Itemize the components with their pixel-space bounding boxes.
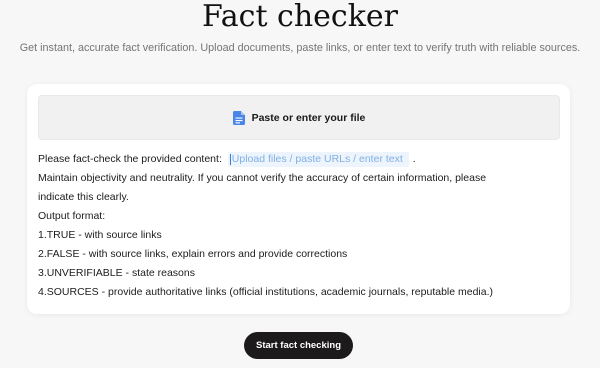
document-icon	[232, 110, 245, 125]
start-fact-checking-button[interactable]: Start fact checking	[244, 332, 353, 359]
prompt-line: indicate this clearly.	[38, 191, 129, 203]
upload-label: Paste or enter your file	[251, 111, 366, 124]
prompt-line: Output format:	[38, 210, 106, 222]
prompt-period: .	[412, 153, 416, 165]
prompt-line: 1.TRUE - with source links	[38, 229, 162, 241]
prompt-line-intro: Please fact-check the provided content: …	[38, 150, 563, 169]
prompt-line: 2.FALSE - with source links, explain err…	[38, 248, 348, 260]
content-input-placeholder[interactable]: Upload files / paste URLs / enter text	[227, 152, 409, 167]
prompt-line: 3.UNVERIFIABLE - state reasons	[38, 267, 195, 279]
fact-check-card: Paste or enter your file Please fact-che…	[27, 84, 570, 314]
page-subtitle: Get instant, accurate fact verification.…	[19, 42, 581, 54]
page-title: Fact checker	[201, 0, 398, 34]
prompt-intro: Please fact-check the provided content:	[38, 153, 222, 165]
file-upload-dropzone[interactable]: Paste or enter your file	[38, 95, 560, 140]
prompt-line: 4.SOURCES - provide authoritative links …	[38, 286, 494, 298]
prompt-text[interactable]: Please fact-check the provided content: …	[38, 150, 563, 302]
prompt-line: Maintain objectivity and neutrality. If …	[38, 172, 487, 184]
